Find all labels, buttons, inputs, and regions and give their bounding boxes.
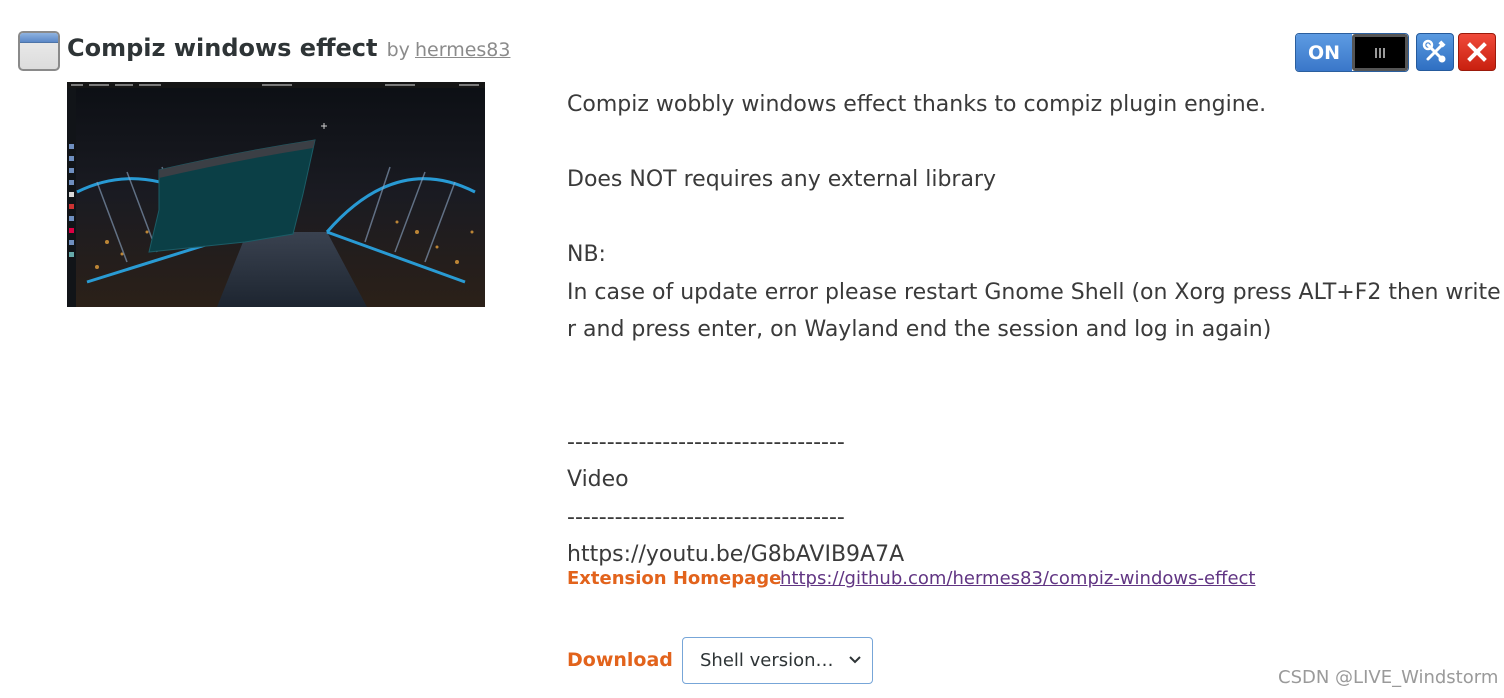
enable-toggle[interactable]: ON bbox=[1295, 33, 1409, 72]
extension-name: Compiz windows effect bbox=[67, 34, 378, 62]
extension-title: Compiz windows effect by hermes83 bbox=[67, 34, 510, 62]
description-line: Does NOT requires any external library bbox=[567, 167, 996, 192]
close-icon bbox=[1467, 42, 1487, 62]
description-line: Compiz wobbly windows effect thanks to c… bbox=[567, 92, 1267, 117]
extension-icon bbox=[18, 31, 60, 71]
toggle-knob[interactable] bbox=[1352, 34, 1408, 71]
extension-description: Compiz wobbly windows effect thanks to c… bbox=[567, 86, 1502, 574]
chevron-down-icon bbox=[849, 656, 861, 664]
watermark: CSDN @LIVE_Windstorm bbox=[1278, 667, 1499, 688]
shell-version-value: Shell version… bbox=[700, 650, 834, 671]
screenshot-image bbox=[67, 82, 485, 307]
description-line: NB: bbox=[567, 242, 606, 267]
toggle-on-label: ON bbox=[1296, 34, 1352, 71]
description-line: Video bbox=[567, 467, 629, 492]
description-line bbox=[567, 386, 1502, 424]
shell-version-select[interactable]: Shell version… bbox=[682, 637, 873, 684]
homepage-label: Extension Homepage bbox=[567, 568, 782, 589]
extension-screenshot[interactable] bbox=[67, 82, 485, 307]
wrench-screwdriver-icon bbox=[1422, 39, 1446, 63]
grip-icon bbox=[1375, 47, 1385, 58]
homepage-link[interactable]: https://github.com/hermes83/compiz-windo… bbox=[780, 568, 1255, 589]
description-line bbox=[567, 349, 1502, 387]
description-line bbox=[567, 124, 1502, 162]
description-line: In case of update error please restart G… bbox=[567, 279, 1501, 343]
description-separator: ----------------------------------- bbox=[567, 504, 845, 530]
by-label: by bbox=[386, 39, 410, 61]
description-separator: ----------------------------------- bbox=[567, 429, 845, 455]
download-label: Download bbox=[567, 649, 673, 671]
remove-button[interactable] bbox=[1458, 33, 1496, 71]
author-link[interactable]: hermes83 bbox=[415, 39, 510, 61]
description-line bbox=[567, 199, 1502, 237]
preferences-button[interactable] bbox=[1416, 33, 1454, 71]
